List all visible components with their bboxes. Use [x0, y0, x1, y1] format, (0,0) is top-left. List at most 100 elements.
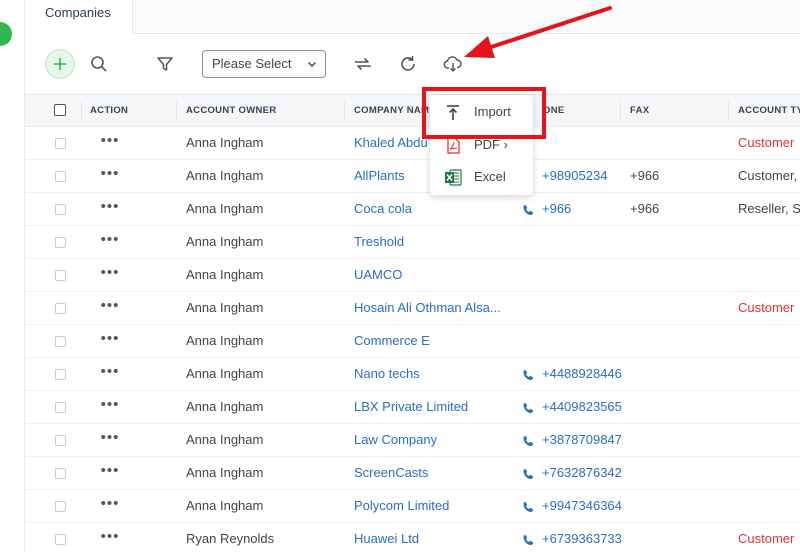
cell-account-owner: Anna Ingham: [186, 135, 264, 150]
toolbar: Please Select: [25, 35, 800, 93]
left-rail: [0, 0, 25, 552]
row-checkbox[interactable]: [55, 468, 66, 479]
cell-company-name-link[interactable]: Treshold: [354, 226, 509, 258]
cell-account-owner: Anna Ingham: [186, 267, 264, 282]
column-divider: [620, 102, 621, 120]
view-select-value: Please Select: [212, 56, 292, 71]
cell-account-owner: Anna Ingham: [186, 333, 264, 348]
annotation-arrow-icon: [464, 6, 612, 58]
row-action-menu-icon[interactable]: •••: [99, 160, 121, 192]
phone-icon: [523, 533, 533, 545]
refresh-button[interactable]: [393, 49, 423, 79]
table-row: ••• Anna Ingham Polycom Limited +9947346364: [25, 490, 800, 523]
search-button[interactable]: [84, 49, 114, 79]
pdf-icon: [447, 137, 460, 154]
row-checkbox[interactable]: [55, 534, 66, 545]
header-company-name[interactable]: COMPANY NAM: [354, 95, 430, 126]
table-row: ••• Anna Ingham Law Company +3878709847: [25, 424, 800, 457]
table-row: ••• Anna Ingham ScreenCasts +7632876342: [25, 457, 800, 490]
cell-phone-link[interactable]: +98905234: [542, 160, 622, 192]
column-divider: [176, 102, 177, 120]
tab-bar: Companies: [25, 0, 800, 34]
cell-phone-link[interactable]: +4488928446: [542, 358, 622, 390]
row-checkbox[interactable]: [55, 237, 66, 248]
cell-phone-link[interactable]: +6739363733: [542, 523, 622, 552]
add-button[interactable]: [45, 49, 75, 79]
table-row: ••• Anna Ingham LBX Private Limited +440982…: [25, 391, 800, 424]
header-account-type[interactable]: ACCOUNT TY: [738, 95, 800, 126]
table-row: ••• Anna Ingham Treshold: [25, 226, 800, 259]
phone-icon: [523, 368, 533, 380]
cell-phone-link[interactable]: +4409823565: [542, 391, 622, 423]
phone-icon: [523, 401, 533, 413]
cell-company-name-link[interactable]: Law Company: [354, 424, 509, 456]
refresh-icon: [401, 55, 415, 71]
cell-company-name-link[interactable]: Huawei Ltd: [354, 523, 509, 552]
annotation-highlight-box: [422, 87, 546, 139]
cell-company-name-link[interactable]: ScreenCasts: [354, 457, 509, 489]
row-checkbox[interactable]: [55, 336, 66, 347]
phone-icon: [523, 434, 533, 446]
row-action-menu-icon[interactable]: •••: [99, 523, 121, 552]
cell-account-owner: Anna Ingham: [186, 366, 264, 381]
header-phone[interactable]: ONE: [543, 95, 603, 126]
cell-account-owner: Anna Ingham: [186, 399, 264, 414]
filter-icon: [157, 57, 173, 71]
cell-company-name-link[interactable]: Polycom Limited: [354, 490, 509, 522]
cell-phone-link[interactable]: +9947346364: [542, 490, 622, 522]
phone-icon: [523, 203, 533, 215]
row-checkbox[interactable]: [55, 369, 66, 380]
swap-icon: [355, 58, 371, 70]
row-checkbox[interactable]: [55, 138, 66, 149]
cell-company-name-link[interactable]: Commerce E: [354, 325, 509, 357]
row-checkbox[interactable]: [55, 435, 66, 446]
cell-account-owner: Anna Ingham: [186, 168, 264, 183]
row-action-menu-icon[interactable]: •••: [99, 391, 121, 423]
row-action-menu-icon[interactable]: •••: [99, 127, 121, 159]
cell-phone-link[interactable]: +966: [542, 193, 622, 225]
cell-account-type: Customer: [738, 135, 795, 150]
cell-company-name-link[interactable]: LBX Private Limited: [354, 391, 509, 423]
row-action-menu-icon[interactable]: •••: [99, 325, 121, 357]
row-checkbox[interactable]: [55, 171, 66, 182]
menu-item-excel[interactable]: Excel: [430, 162, 533, 192]
cell-phone-link[interactable]: +3878709847: [542, 424, 622, 456]
row-action-menu-icon[interactable]: •••: [99, 226, 121, 258]
column-divider: [344, 102, 345, 120]
cell-company-name-link[interactable]: Coca cola: [354, 193, 509, 225]
cell-company-name-link[interactable]: Hosain Ali Othman Alsa...: [354, 292, 509, 324]
cell-account-type: Customer: [738, 300, 795, 315]
cell-account-owner: Anna Ingham: [186, 300, 264, 315]
row-action-menu-icon[interactable]: •••: [99, 457, 121, 489]
swap-button[interactable]: [348, 49, 378, 79]
row-checkbox[interactable]: [55, 402, 66, 413]
select-all-checkbox[interactable]: [54, 104, 66, 116]
row-checkbox[interactable]: [55, 270, 66, 281]
header-account-owner[interactable]: ACCOUNT OWNER: [186, 95, 336, 126]
row-action-menu-icon[interactable]: •••: [99, 358, 121, 390]
row-checkbox[interactable]: [55, 204, 66, 215]
cell-company-name-link[interactable]: UAMCO: [354, 259, 509, 291]
status-dot: [0, 22, 12, 46]
header-fax[interactable]: FAX: [630, 95, 720, 126]
row-action-menu-icon[interactable]: •••: [99, 424, 121, 456]
row-action-menu-icon[interactable]: •••: [99, 490, 121, 522]
cell-fax: +966: [630, 201, 660, 216]
row-action-menu-icon[interactable]: •••: [99, 259, 121, 291]
tab-companies[interactable]: Companies: [25, 0, 133, 34]
plus-icon: [54, 58, 66, 70]
row-checkbox[interactable]: [55, 303, 66, 314]
table-row: ••• Anna Ingham Nano techs +4488928446: [25, 358, 800, 391]
row-checkbox[interactable]: [55, 501, 66, 512]
filter-button[interactable]: [150, 49, 180, 79]
cell-account-owner: Anna Ingham: [186, 201, 264, 216]
view-select[interactable]: Please Select: [202, 50, 326, 78]
row-action-menu-icon[interactable]: •••: [99, 292, 121, 324]
cell-account-owner: Anna Ingham: [186, 234, 264, 249]
cell-phone-link[interactable]: +7632876342: [542, 457, 622, 489]
cell-account-type: Reseller, S: [738, 201, 800, 216]
cell-fax: +966: [630, 168, 660, 183]
row-action-menu-icon[interactable]: •••: [99, 193, 121, 225]
cell-account-type: Customer: [738, 531, 795, 546]
cell-company-name-link[interactable]: Nano techs: [354, 358, 509, 390]
